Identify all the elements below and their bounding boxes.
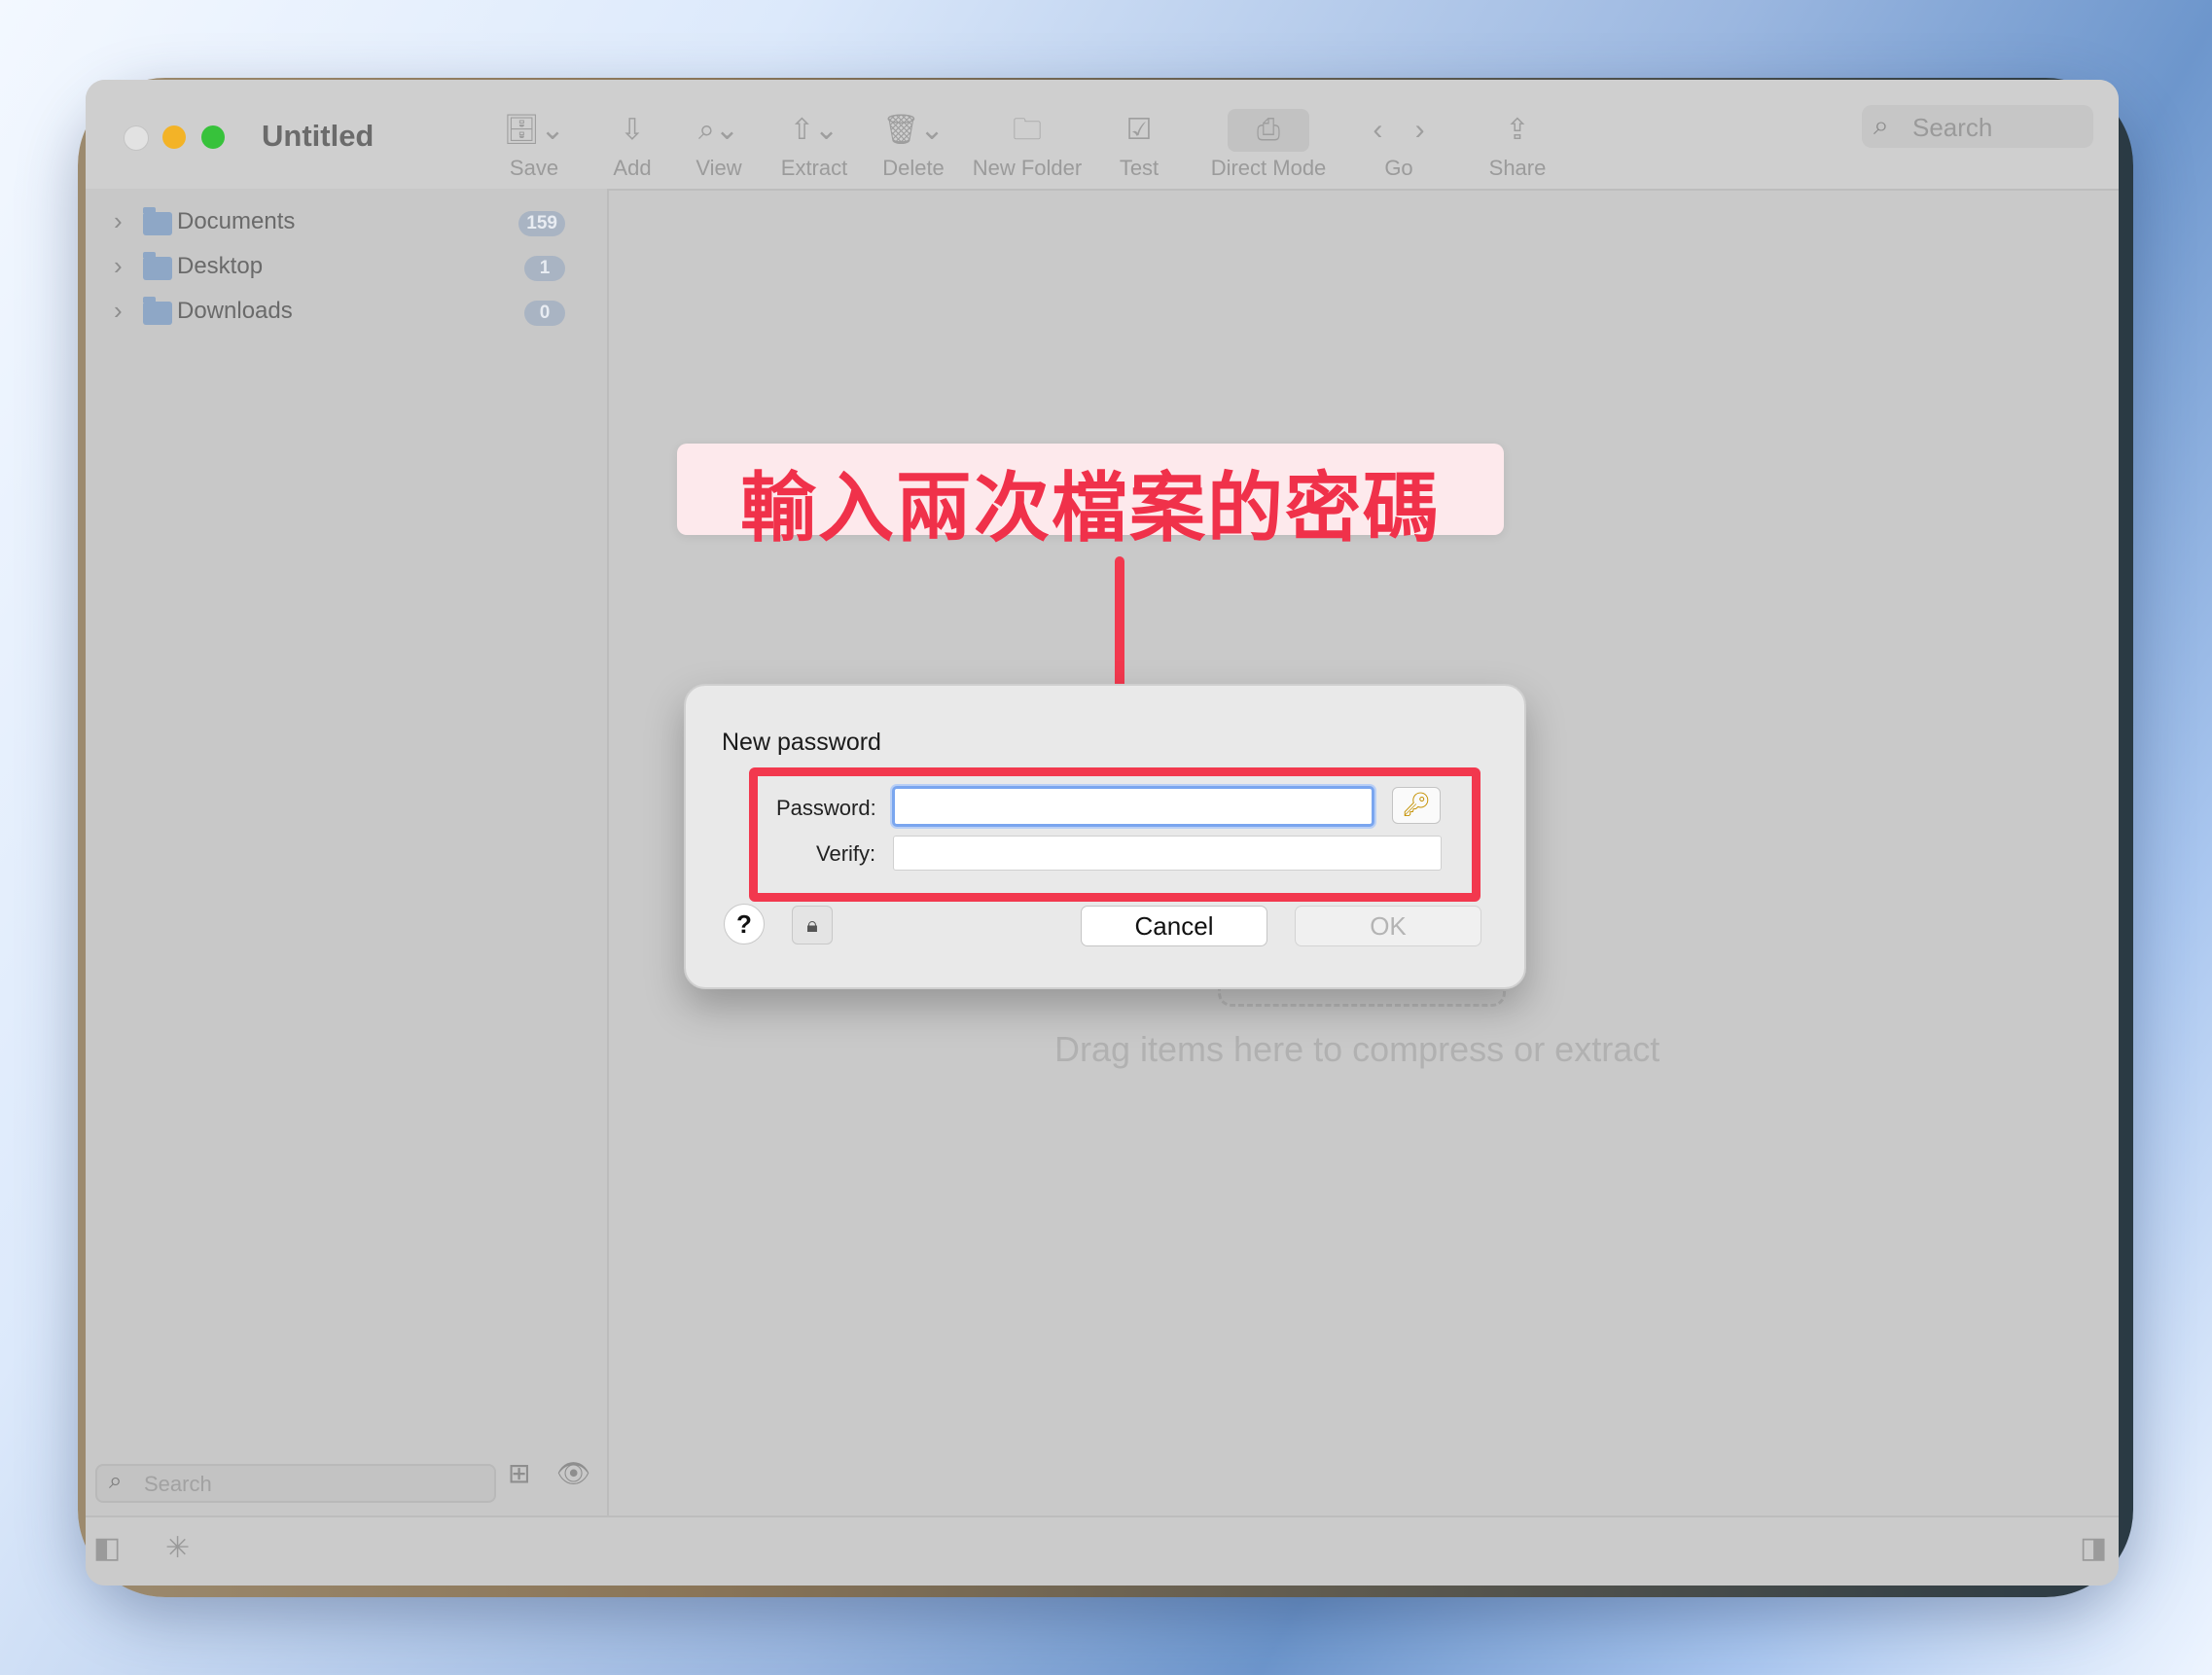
folder-icon (143, 252, 172, 280)
annotation-text: 輸入兩次檔案的密碼 (739, 465, 1441, 552)
search-icon: ⌕ (109, 1468, 123, 1494)
new-folder-icon: 🗀︎ (1013, 114, 1042, 146)
title-bar: Untitled 🗄︎⌄ Save ⇩ Add ⌕⌄ View ⇧⌄ Extra… (86, 80, 2119, 191)
toolbar-go-button[interactable]: ‹ › Go (1348, 109, 1449, 181)
direct-mode-icon: ⎙ (1228, 109, 1309, 152)
toolbar-share-button[interactable]: ⇪ Share (1481, 109, 1554, 181)
archive-icon: 🗄︎⌄ (503, 114, 565, 146)
add-icon: ⇩ (620, 114, 645, 146)
lock-icon[interactable]: 🔒︎ (792, 906, 833, 944)
annotation-highlight-box (749, 767, 1481, 902)
ok-button[interactable]: OK (1295, 906, 1481, 946)
help-button[interactable]: ? (724, 904, 765, 944)
chevron-right-icon[interactable]: › (114, 251, 123, 281)
view-icon: ⌕⌄ (698, 114, 739, 146)
folder-icon (143, 207, 172, 235)
sidebar-item-desktop[interactable]: › Desktop 1 (86, 249, 607, 288)
toggle-sidebar-icon[interactable]: ◧ (93, 1531, 121, 1565)
archive-structure-icon[interactable]: ⊞ (508, 1457, 530, 1489)
toggle-inspector-icon[interactable]: ◨ (2080, 1531, 2107, 1565)
toolbar-add-button[interactable]: ⇩ Add (603, 109, 661, 181)
annotation-callout: 輸入兩次檔案的密碼 (677, 444, 1504, 552)
sidebar-item-downloads[interactable]: › Downloads 0 (86, 294, 607, 333)
toolbar-save-button[interactable]: 🗄︎⌄ Save (498, 109, 570, 181)
count-badge: 159 (518, 211, 565, 236)
close-window-button[interactable] (124, 125, 149, 151)
drop-hint-text: Drag items here to compress or extract (1054, 1029, 1660, 1069)
toolbar-test-button[interactable]: ☑︎ Test (1107, 109, 1171, 181)
search-icon: ⌕ (1873, 110, 1889, 140)
quick-look-icon[interactable]: 👁︎ (556, 1457, 591, 1489)
toolbar-new-folder-button[interactable]: 🗀︎ New Folder (967, 109, 1088, 181)
back-forward-icon: ‹ › (1373, 114, 1425, 146)
activity-spinner-icon: ✳︎ (165, 1532, 191, 1564)
cancel-button[interactable]: Cancel (1081, 906, 1267, 946)
toolbar-view-button[interactable]: ⌕⌄ View (685, 109, 753, 181)
toolbar-search-field[interactable]: ⌕ Search (1862, 105, 2093, 148)
zoom-window-button[interactable] (201, 125, 225, 149)
toolbar-extract-button[interactable]: ⇧⌄ Extract (773, 109, 855, 181)
chevron-right-icon[interactable]: › (114, 206, 123, 236)
window-title: Untitled (262, 119, 375, 153)
checkmark-icon: ☑︎ (1125, 114, 1153, 146)
toolbar-direct-mode-button[interactable]: ⎙ Direct Mode (1195, 109, 1341, 181)
count-badge: 1 (524, 256, 565, 281)
new-password-dialog: New password Password: 🔑︎ Verify: ? 🔒︎ C… (684, 684, 1526, 989)
minimize-window-button[interactable] (162, 125, 186, 149)
toolbar-delete-button[interactable]: 🗑︎⌄ Delete (877, 109, 949, 181)
sidebar-search-field[interactable]: ⌕ Search (95, 1464, 496, 1503)
folder-icon (143, 297, 172, 325)
dialog-title: New password (722, 729, 881, 756)
extract-icon: ⇧⌄ (789, 114, 839, 146)
share-icon: ⇪ (1505, 114, 1530, 146)
count-badge: 0 (524, 301, 565, 326)
sidebar: › Documents 159 › Desktop 1 › Downloads … (86, 189, 609, 1515)
sidebar-item-documents[interactable]: › Documents 159 (86, 204, 607, 243)
annotation-arrow (1115, 556, 1124, 702)
trash-icon: 🗑︎⌄ (882, 114, 945, 146)
chevron-right-icon[interactable]: › (114, 296, 123, 326)
bottom-bar: ◧ ✳︎ ◨ (86, 1515, 2119, 1586)
